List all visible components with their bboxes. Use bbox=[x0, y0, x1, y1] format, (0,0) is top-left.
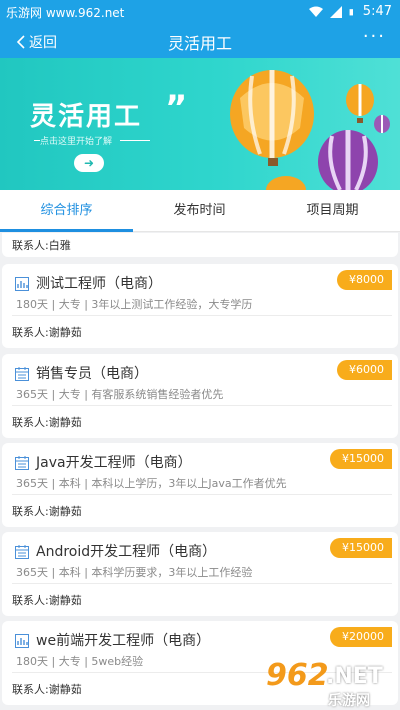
job-card[interactable]: Java开发工程师（电商） 365天 | 本科 | 本科以上学历，3年以上Jav… bbox=[2, 443, 398, 527]
battery-icon bbox=[349, 8, 353, 15]
divider bbox=[12, 494, 392, 495]
chart-icon bbox=[15, 277, 29, 291]
salary-badge: ¥20000 bbox=[330, 627, 392, 647]
job-meta: 180天 | 大专 | 3年以上测试工作经验，大专学历 bbox=[16, 298, 253, 311]
contact-person: 联系人:谢静茹 bbox=[12, 416, 82, 429]
site-label: 乐游网 www.962.net bbox=[6, 6, 125, 20]
divider bbox=[12, 315, 392, 316]
job-title: Android开发工程师（电商） bbox=[36, 544, 217, 560]
calendar-icon bbox=[15, 367, 29, 381]
divider bbox=[12, 583, 392, 584]
job-title: we前端开发工程师（电商） bbox=[36, 633, 211, 649]
banner-divider bbox=[120, 140, 150, 141]
job-meta: 180天 | 大专 | 5web经验 bbox=[16, 655, 144, 668]
job-title: Java开发工程师（电商） bbox=[36, 455, 192, 471]
divider bbox=[12, 405, 392, 406]
site-watermark-logo: 962 .NET 乐游网 bbox=[266, 658, 396, 709]
tab-publish-time[interactable]: 发布时间 bbox=[133, 190, 266, 232]
job-title: 测试工程师（电商） bbox=[36, 276, 162, 292]
tab-comprehensive-sort[interactable]: 综合排序 bbox=[0, 190, 133, 232]
job-meta: 365天 | 大专 | 有客服系统销售经验者优先 bbox=[16, 388, 224, 401]
page-title: 灵活用工 bbox=[167, 34, 232, 53]
sort-tabs: 综合排序 发布时间 项目周期 bbox=[0, 190, 400, 232]
wifi-icon bbox=[308, 6, 323, 17]
salary-badge: ¥15000 bbox=[330, 538, 392, 558]
nav-bar: 返回 灵活用工 ··· bbox=[0, 24, 400, 58]
watermark-cn: 乐游网 bbox=[328, 693, 370, 709]
banner-arrow-button[interactable]: ➜ bbox=[74, 154, 104, 172]
job-meta: 365天 | 本科 | 本科以上学历，3年以上Java工作者优先 bbox=[16, 477, 287, 490]
chart-icon bbox=[15, 634, 29, 648]
contact-person: 联系人:谢静茹 bbox=[12, 594, 82, 607]
banner-quote-mark: ” bbox=[165, 88, 188, 128]
clock: 5:47 bbox=[362, 4, 392, 19]
contact-person: 联系人:谢静茹 bbox=[12, 505, 82, 518]
signal-icon bbox=[329, 5, 342, 18]
job-meta: 365天 | 本科 | 本科学历要求，3年以上工作经验 bbox=[16, 566, 253, 579]
job-list[interactable]: 联系人:白雅 测试工程师（电商） 180天 | 大专 | 3年以上测试工作经验，… bbox=[0, 233, 400, 710]
contact-person: 联系人:谢静茹 bbox=[12, 326, 82, 339]
banner-subtitle: 点击这里开始了解 bbox=[40, 137, 113, 147]
job-title: 销售专员（电商） bbox=[36, 366, 148, 382]
contact-person: 联系人:白雅 bbox=[12, 239, 71, 252]
salary-badge: ¥8000 bbox=[337, 270, 392, 290]
job-card[interactable]: 测试工程师（电商） 180天 | 大专 | 3年以上测试工作经验，大专学历 联系… bbox=[2, 264, 398, 348]
salary-badge: ¥15000 bbox=[330, 449, 392, 469]
job-card[interactable]: 销售专员（电商） 365天 | 大专 | 有客服系统销售经验者优先 联系人:谢静… bbox=[2, 354, 398, 438]
banner-title: 灵活用工 bbox=[30, 102, 143, 132]
calendar-icon bbox=[15, 545, 29, 559]
more-menu-button[interactable]: ··· bbox=[363, 26, 386, 47]
calendar-icon bbox=[15, 456, 29, 470]
status-bar: 乐游网 www.962.net 5:47 bbox=[0, 0, 400, 24]
salary-badge: ¥6000 bbox=[337, 360, 392, 380]
contact-person: 联系人:谢静茹 bbox=[12, 683, 82, 696]
tab-project-period[interactable]: 项目周期 bbox=[266, 190, 399, 232]
promo-banner[interactable]: 灵活用工 ” 点击这里开始了解 ➜ bbox=[0, 58, 400, 190]
watermark-net: .NET bbox=[326, 664, 383, 689]
job-card[interactable]: Android开发工程师（电商） 365天 | 本科 | 本科学历要求，3年以上… bbox=[2, 532, 398, 616]
watermark-number: 962 bbox=[266, 658, 329, 693]
list-item-partial[interactable]: 联系人:白雅 bbox=[2, 233, 398, 257]
hot-air-balloons-illustration bbox=[230, 70, 390, 190]
